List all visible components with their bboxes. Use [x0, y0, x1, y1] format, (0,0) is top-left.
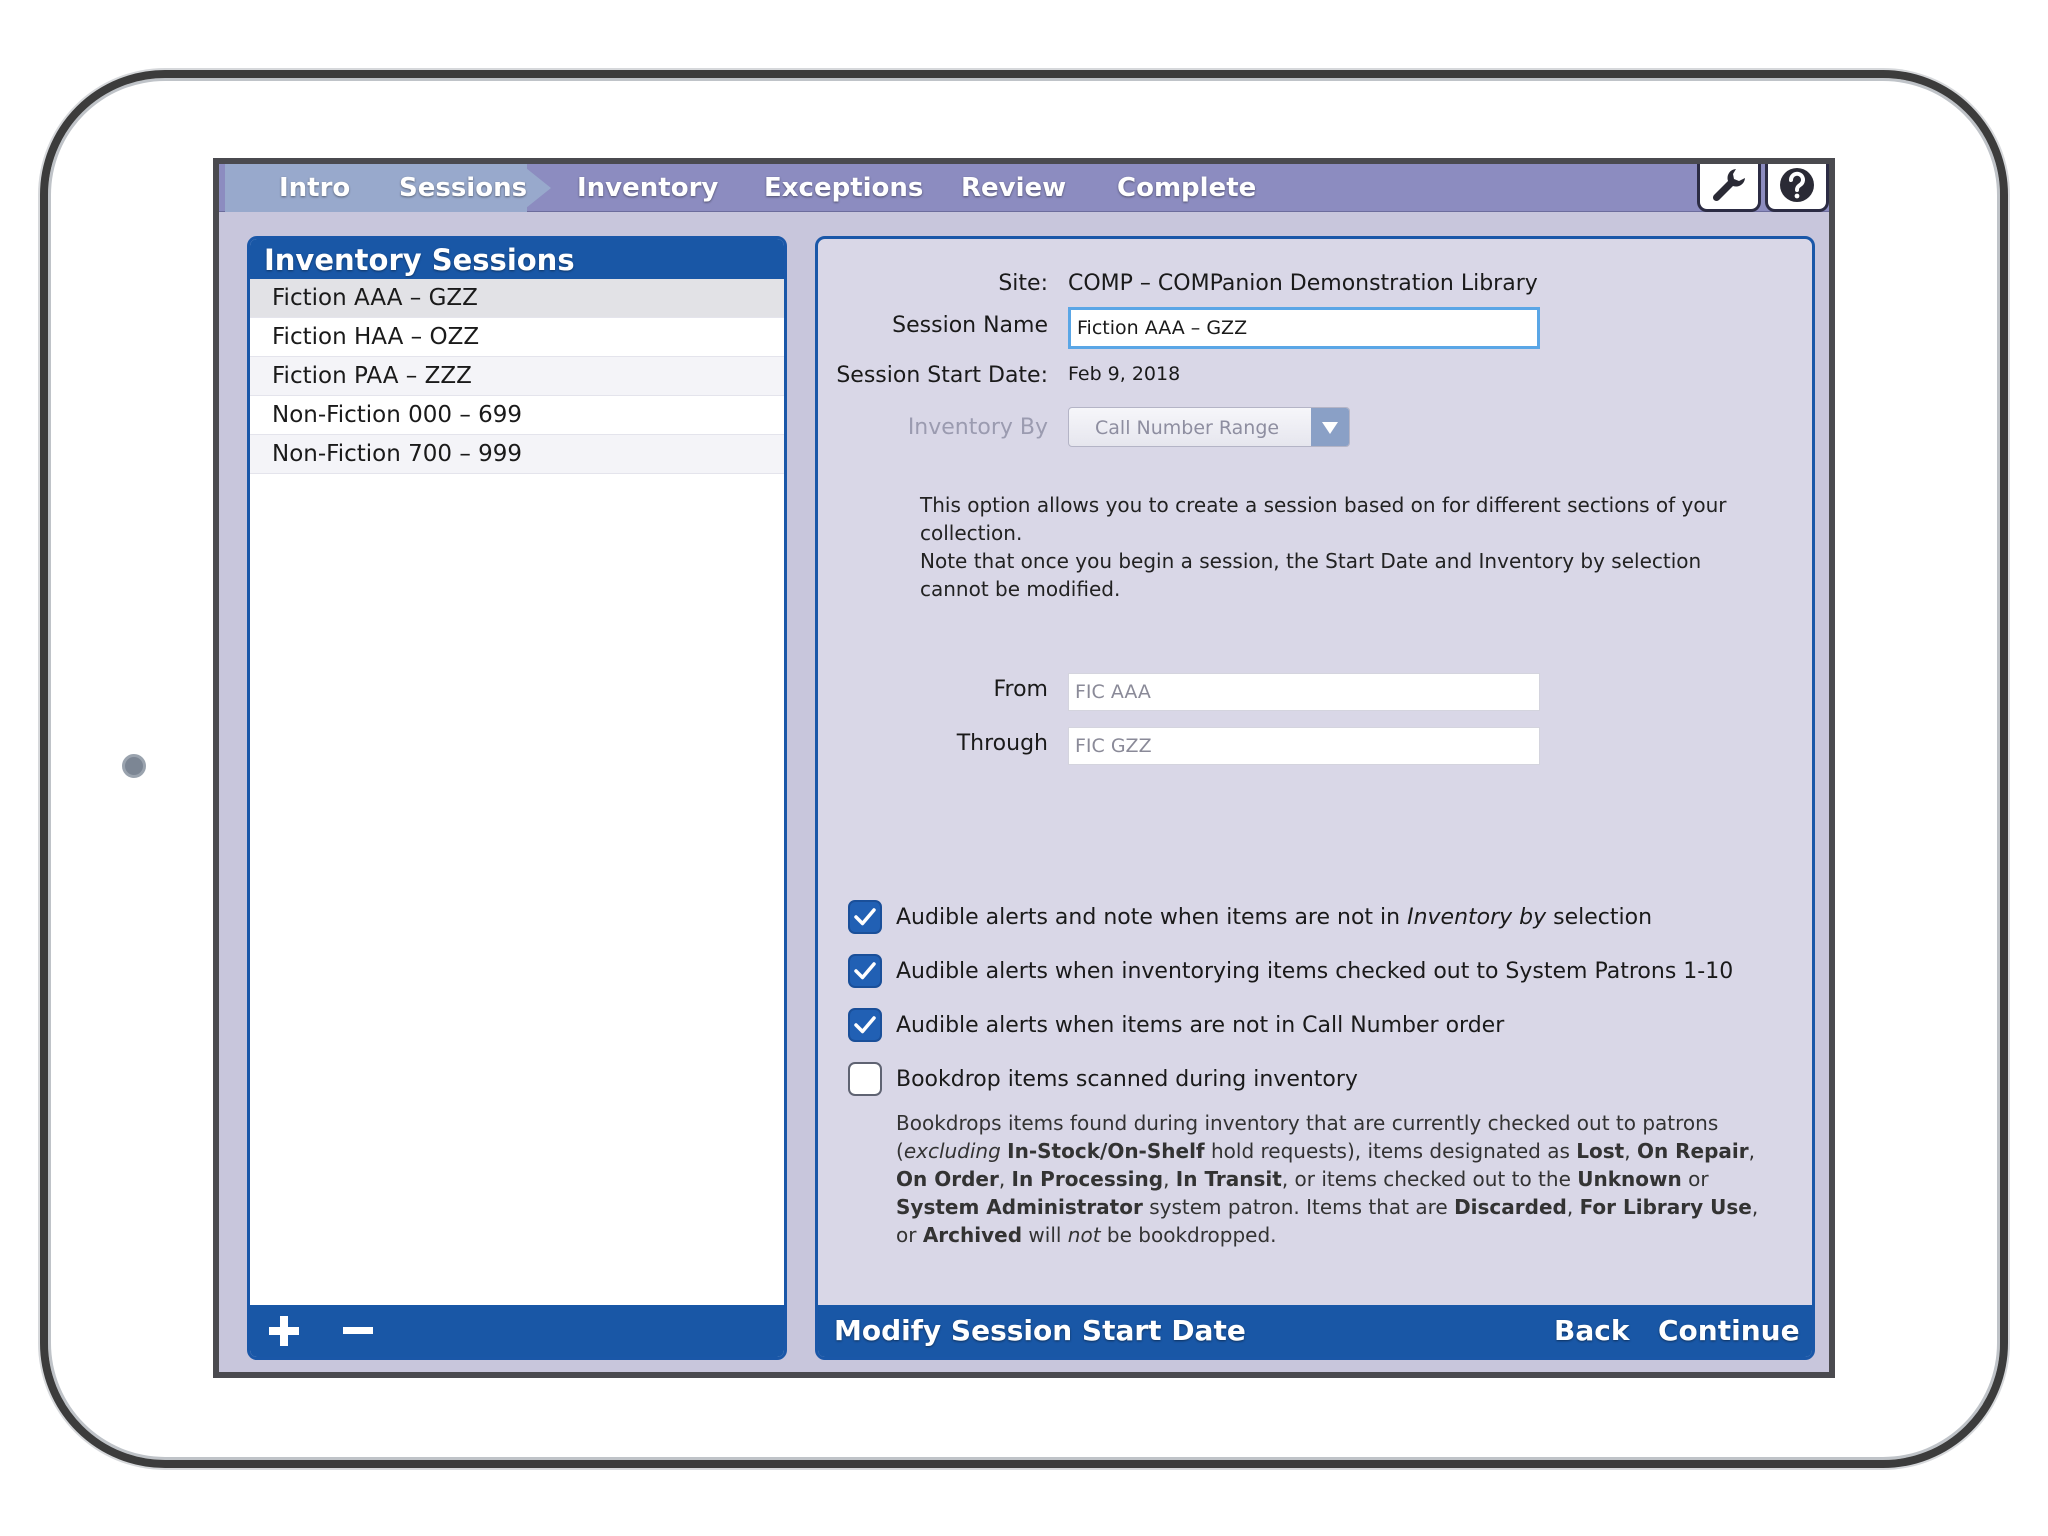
- checkmark-icon: [854, 1016, 876, 1034]
- plus-icon: [269, 1316, 299, 1346]
- start-date-label: Session Start Date:: [836, 363, 1048, 388]
- remove-session-button[interactable]: [338, 1311, 378, 1351]
- session-help-text: This option allows you to create a sessi…: [920, 491, 1750, 603]
- sessions-panel-title: Inventory Sessions: [250, 239, 784, 279]
- from-label: From: [993, 677, 1048, 702]
- back-button[interactable]: Back: [1554, 1305, 1629, 1357]
- session-details-panel: Site: COMP – COMPanion Demonstration Lib…: [815, 236, 1815, 1360]
- option-not-in-inventory-by: Audible alerts and note when items are n…: [848, 899, 1652, 935]
- site-label: Site:: [998, 271, 1048, 296]
- site-value: COMP – COMPanion Demonstration Library: [1068, 271, 1538, 296]
- help-line-1: This option allows you to create a sessi…: [920, 493, 1727, 545]
- session-details-footer: Modify Session Start Date Back Continue: [818, 1305, 1812, 1357]
- checkbox-call-number-order[interactable]: [848, 1008, 882, 1042]
- tab-review[interactable]: Review: [961, 164, 1066, 212]
- checkbox-bookdrop[interactable]: [848, 1062, 882, 1096]
- modify-start-date-button[interactable]: Modify Session Start Date: [834, 1305, 1246, 1357]
- start-date-value: Feb 9, 2018: [1068, 363, 1181, 385]
- tab-complete[interactable]: Complete: [1117, 164, 1256, 212]
- session-item[interactable]: Fiction HAA – OZZ: [250, 318, 784, 357]
- checkmark-icon: [854, 962, 876, 980]
- session-name-label: Session Name: [892, 313, 1048, 338]
- option-label: Bookdrop items scanned during inventory: [896, 1066, 1358, 1092]
- session-item[interactable]: Non-Fiction 000 – 699: [250, 396, 784, 435]
- app-screen: Intro Sessions Inventory Exceptions Revi…: [213, 158, 1835, 1378]
- session-name-input[interactable]: [1068, 307, 1540, 349]
- inventory-by-value: Call Number Range: [1095, 417, 1280, 439]
- option-label: Audible alerts when items are not in Cal…: [896, 1012, 1505, 1038]
- tablet-camera: [122, 754, 146, 778]
- bookdrop-note: Bookdrops items found during inventory t…: [896, 1111, 1759, 1247]
- checkbox-not-in-inventory-by[interactable]: [848, 900, 882, 934]
- question-circle-icon: [1780, 167, 1814, 202]
- option-label: Audible alerts and note when items are n…: [896, 904, 1653, 930]
- through-field[interactable]: [1068, 727, 1540, 765]
- option-bookdrop: Bookdrop items scanned during inventory: [848, 1061, 1358, 1097]
- option-label: Audible alerts when inventorying items c…: [896, 958, 1734, 984]
- help-button[interactable]: [1765, 164, 1829, 212]
- from-field[interactable]: [1068, 673, 1540, 711]
- session-item[interactable]: Non-Fiction 700 – 999: [250, 435, 784, 474]
- session-list: Fiction AAA – GZZ Fiction HAA – OZZ Fict…: [250, 279, 784, 474]
- tab-exceptions[interactable]: Exceptions: [764, 164, 923, 212]
- checkbox-system-patrons[interactable]: [848, 954, 882, 988]
- wrench-icon: [1712, 168, 1745, 201]
- sessions-panel: Inventory Sessions Fiction AAA – GZZ Fic…: [247, 236, 787, 1360]
- add-session-button[interactable]: [264, 1311, 304, 1351]
- minus-icon: [343, 1327, 373, 1334]
- tab-intro[interactable]: Intro: [279, 164, 350, 212]
- continue-button[interactable]: Continue: [1658, 1305, 1800, 1357]
- session-item[interactable]: Fiction PAA – ZZZ: [250, 357, 784, 396]
- sessions-panel-footer: [250, 1305, 784, 1357]
- tab-inventory[interactable]: Inventory: [577, 164, 718, 212]
- step-navigation: Intro Sessions Inventory Exceptions Revi…: [219, 164, 1829, 212]
- through-label: Through: [956, 731, 1048, 756]
- session-item[interactable]: Fiction AAA – GZZ: [250, 279, 784, 318]
- option-call-number-order: Audible alerts when items are not in Cal…: [848, 1007, 1504, 1043]
- inventory-by-select[interactable]: Call Number Range: [1068, 407, 1350, 447]
- option-system-patrons: Audible alerts when inventorying items c…: [848, 953, 1733, 989]
- checkmark-icon: [854, 908, 876, 926]
- help-line-2: Note that once you begin a session, the …: [920, 549, 1702, 601]
- inventory-by-label: Inventory By: [907, 415, 1048, 440]
- dropdown-arrow-icon: [1311, 408, 1349, 446]
- tools-button[interactable]: [1697, 164, 1761, 212]
- tab-sessions[interactable]: Sessions: [399, 164, 527, 212]
